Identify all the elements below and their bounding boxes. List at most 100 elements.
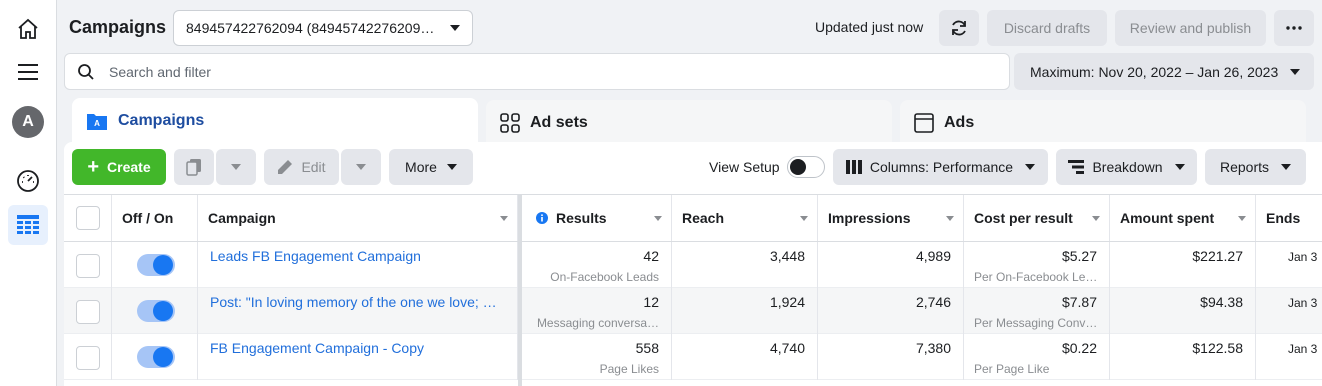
chevron-down-icon (231, 164, 241, 170)
edit-button[interactable]: Edit (264, 149, 339, 185)
column-header-impressions[interactable]: Impressions (818, 195, 964, 241)
create-button[interactable]: + Create (72, 149, 166, 185)
tab-ads[interactable]: Ads (900, 100, 1306, 146)
results-value: 558 (635, 340, 659, 356)
toggle-knob (153, 255, 173, 275)
reach-value: 3,448 (769, 248, 805, 264)
ends-value: Jan 3 (1288, 250, 1318, 264)
column-header-label: Amount spent (1120, 210, 1215, 226)
select-all-checkbox[interactable] (76, 206, 100, 230)
column-header-campaign[interactable]: Campaign (198, 195, 518, 241)
header-select-cell (64, 195, 112, 241)
chevron-down-icon (1025, 164, 1036, 170)
breakdown-button[interactable]: Breakdown (1056, 149, 1197, 185)
tab-campaigns[interactable]: A Campaigns (72, 98, 478, 144)
campaign-name-link[interactable]: FB Engagement Campaign - Copy (210, 340, 505, 356)
toggle-knob (153, 301, 173, 321)
breakdown-label: Breakdown (1092, 159, 1163, 175)
date-range-label: Maximum: Nov 20, 2022 – Jan 26, 2023 (1030, 63, 1279, 80)
info-icon (536, 212, 548, 224)
column-header-label: Campaign (208, 210, 276, 226)
duplicate-button[interactable] (174, 149, 214, 185)
cost-per-result-value: $5.27 (1061, 248, 1097, 264)
refresh-button[interactable] (939, 10, 979, 46)
svg-text:A: A (94, 119, 100, 128)
column-header-amount-spent[interactable]: Amount spent (1110, 195, 1256, 241)
tab-label: Ad sets (530, 114, 588, 131)
table-row[interactable]: Post: "In loving memory of the one we lo… (64, 288, 1322, 334)
update-status: Updated just now (815, 19, 924, 35)
results-value: 42 (643, 248, 659, 264)
tab-label: Campaigns (118, 112, 205, 129)
pencil-icon (278, 160, 293, 174)
column-header-ends[interactable]: Ends (1256, 195, 1322, 241)
sort-icon (946, 216, 954, 221)
row-checkbox[interactable] (76, 300, 100, 324)
table-row[interactable]: FB Engagement Campaign - Copy 558 Page Li… (64, 334, 1322, 380)
account-avatar-button[interactable]: A (8, 102, 48, 142)
search-icon (78, 63, 94, 80)
sort-icon (800, 216, 808, 221)
duplicate-dropdown-button[interactable] (216, 149, 256, 185)
sort-icon (654, 216, 662, 221)
search-bar[interactable] (64, 53, 1010, 90)
reports-button[interactable]: Reports (1205, 149, 1306, 185)
table-icon[interactable] (8, 205, 48, 245)
date-range-picker[interactable]: Maximum: Nov 20, 2022 – Jan 26, 2023 (1014, 53, 1314, 90)
campaign-name-link[interactable]: Leads FB Engagement Campaign (210, 248, 505, 264)
chevron-down-icon (1174, 164, 1185, 170)
amount-spent-value: $221.27 (1192, 248, 1243, 264)
breakdown-icon (1068, 160, 1085, 174)
impressions-value: 7,380 (915, 340, 951, 356)
chevron-down-icon (356, 164, 366, 170)
view-setup-label: View Setup (709, 159, 780, 175)
column-header-reach[interactable]: Reach (672, 195, 818, 241)
results-value: 12 (643, 294, 659, 310)
plus-icon: + (87, 156, 100, 178)
campaign-toggle[interactable] (137, 254, 175, 276)
sort-icon (500, 216, 508, 221)
sort-icon (1238, 216, 1246, 221)
results-type: Page Likes (599, 362, 659, 376)
home-icon[interactable] (8, 9, 48, 49)
reach-value: 1,924 (769, 294, 805, 310)
toggle-knob (153, 347, 173, 367)
review-publish-button[interactable]: Review and publish (1115, 10, 1266, 46)
chevron-down-icon (450, 25, 460, 31)
table-row[interactable]: Leads FB Engagement Campaign 42 On-Facebo… (64, 242, 1322, 288)
cost-per-result-type: Per Messaging Conv… (974, 316, 1098, 330)
account-selector[interactable]: 849457422762094 (84945742276209… (173, 10, 473, 46)
tab-ad-sets[interactable]: Ad sets (486, 100, 892, 146)
more-options-button[interactable] (1274, 10, 1314, 46)
column-header-results[interactable]: Results (526, 195, 672, 241)
cost-per-result-type: Per Page Like (974, 362, 1050, 376)
more-button[interactable]: More (389, 149, 473, 185)
menu-icon[interactable] (8, 52, 48, 92)
view-setup-toggle[interactable] (787, 156, 825, 178)
ad-icon (914, 113, 934, 133)
row-checkbox[interactable] (76, 346, 100, 370)
ends-value: Jan 3 (1288, 342, 1318, 356)
frozen-column-divider[interactable] (518, 194, 522, 386)
reports-label: Reports (1219, 159, 1270, 175)
edit-dropdown-button[interactable] (341, 149, 381, 185)
edit-label: Edit (301, 159, 326, 175)
campaign-toggle[interactable] (137, 346, 175, 368)
row-checkbox[interactable] (76, 254, 100, 278)
left-nav-rail: A (0, 0, 57, 386)
column-header-cost-per-result[interactable]: Cost per result (964, 195, 1110, 241)
amount-spent-value: $94.38 (1200, 294, 1243, 310)
toggle-knob (790, 159, 806, 175)
cost-per-result-value: $0.22 (1061, 340, 1097, 356)
columns-label: Columns: Performance (869, 159, 1014, 175)
column-header-label: Ends (1266, 210, 1301, 226)
chevron-down-icon (1281, 164, 1292, 170)
results-type: On-Facebook Leads (550, 270, 659, 284)
gauge-icon[interactable] (8, 161, 48, 201)
refresh-icon (952, 20, 966, 36)
campaign-name-link[interactable]: Post: "In loving memory of the one we lo… (210, 294, 505, 310)
columns-button[interactable]: Columns: Performance (833, 149, 1048, 185)
discard-drafts-button[interactable]: Discard drafts (987, 10, 1107, 46)
campaign-toggle[interactable] (137, 300, 175, 322)
search-input[interactable] (109, 63, 1009, 80)
